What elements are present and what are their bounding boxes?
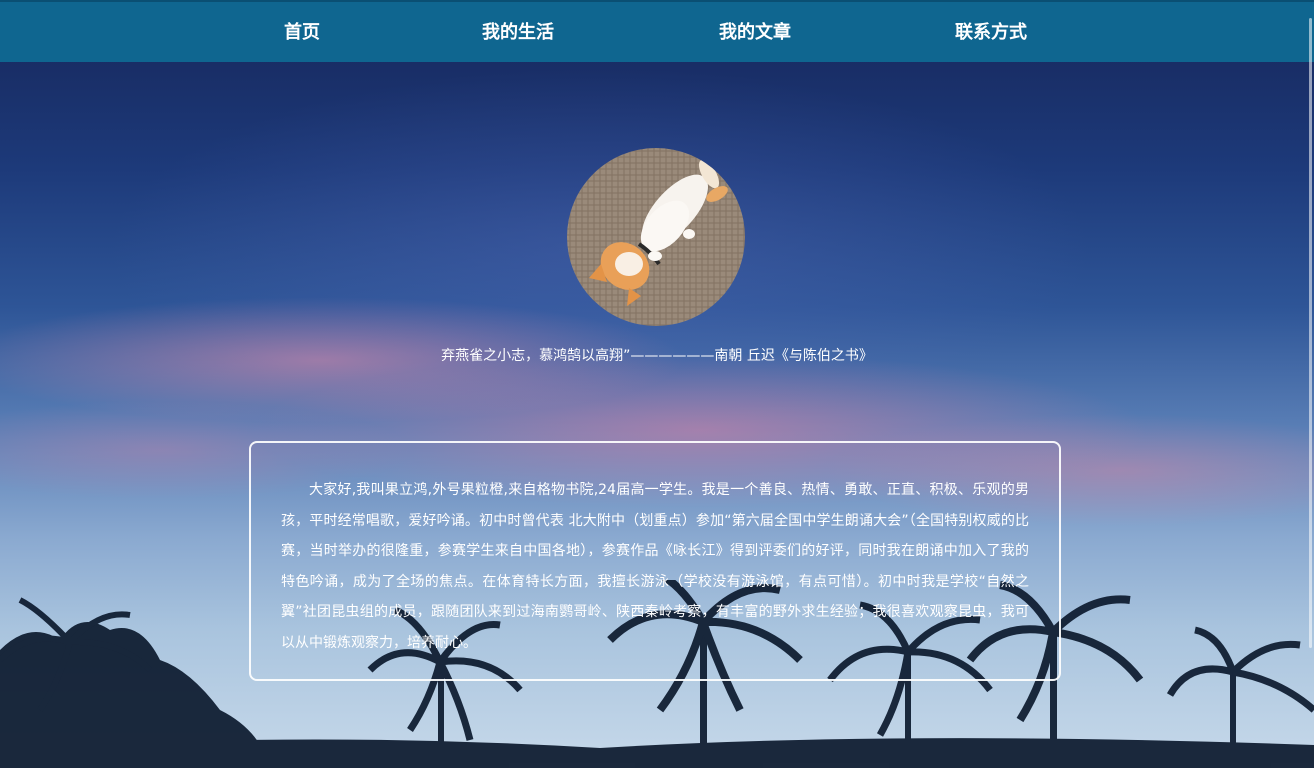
top-navigation-bar: 首页 我的生活 我的文章 联系方式 <box>0 0 1314 62</box>
avatar <box>567 148 745 326</box>
self-introduction-box: 大家好,我叫果立鸿,外号果粒橙,来自格物书院,24届高一学生。我是一个善良、热情… <box>249 441 1061 681</box>
motto-quote: 弃燕雀之小志，慕鸿鹄以高翔”——————南朝 丘迟《与陈伯之书》 <box>441 348 873 364</box>
self-introduction-text: 大家好,我叫果立鸿,外号果粒橙,来自格物书院,24届高一学生。我是一个善良、热情… <box>281 482 1029 651</box>
nav-item-home[interactable]: 首页 <box>262 2 342 64</box>
page-scrollbar[interactable] <box>1309 18 1312 648</box>
nav-item-my-life[interactable]: 我的生活 <box>468 2 568 64</box>
nav-item-my-articles[interactable]: 我的文章 <box>705 2 805 64</box>
sleeping-cat-image <box>567 148 745 326</box>
nav-item-contact[interactable]: 联系方式 <box>941 2 1041 64</box>
